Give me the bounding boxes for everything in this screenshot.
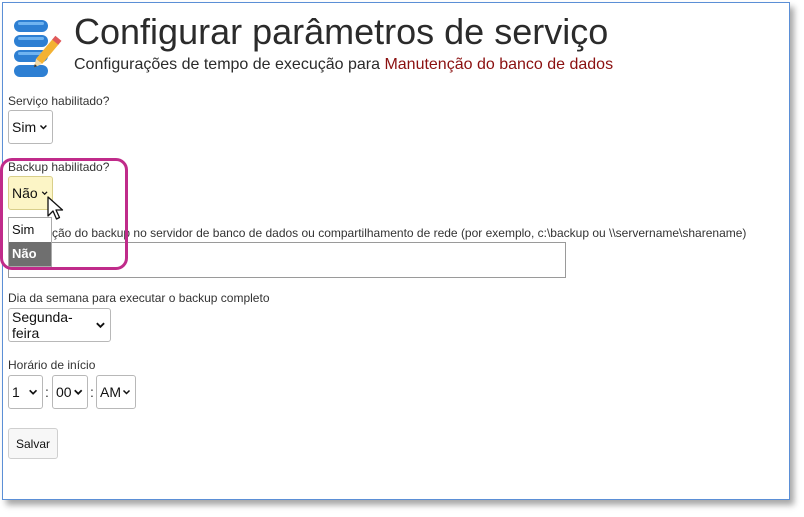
database-edit-icon bbox=[14, 20, 62, 77]
save-button[interactable]: Salvar bbox=[8, 428, 58, 459]
chevron-down-icon bbox=[28, 389, 37, 395]
service-enabled-select[interactable]: Sim bbox=[8, 110, 53, 144]
service-enabled-label: Serviço habilitado? bbox=[8, 94, 110, 108]
start-time-label: Horário de início bbox=[8, 358, 96, 372]
page-title: Configurar parâmetros de serviço bbox=[74, 11, 609, 52]
backup-enabled-dropdown: Sim Não bbox=[8, 217, 52, 267]
chevron-down-icon bbox=[122, 389, 131, 395]
service-name: Manutenção do banco de dados bbox=[384, 56, 614, 73]
full-backup-day-value: Segunda-feira bbox=[12, 309, 73, 341]
start-hour-value: 1 bbox=[12, 384, 20, 400]
chevron-down-icon bbox=[40, 124, 48, 130]
start-minute-select[interactable]: 00 bbox=[52, 375, 88, 409]
start-ampm-value: AM bbox=[100, 384, 121, 400]
full-backup-day-select[interactable]: Segunda-feira bbox=[8, 308, 111, 342]
backup-enabled-value: Não bbox=[12, 185, 38, 201]
backup-enabled-label: Backup habilitado? bbox=[8, 160, 110, 174]
subtitle-prefix: Configurações de tempo de execução para bbox=[74, 56, 380, 73]
service-enabled-value: Sim bbox=[12, 119, 37, 135]
backup-location-input[interactable] bbox=[8, 242, 566, 278]
mouse-cursor-icon bbox=[47, 196, 64, 220]
start-ampm-select[interactable]: AM bbox=[96, 375, 136, 409]
dropdown-option-nao[interactable]: Não bbox=[9, 242, 51, 266]
page-subtitle: Configurações de tempo de execução para … bbox=[74, 56, 613, 74]
chevron-down-icon bbox=[96, 322, 105, 329]
dropdown-option-sim[interactable]: Sim bbox=[9, 218, 51, 242]
time-separator: : bbox=[45, 384, 49, 400]
chevron-down-icon bbox=[73, 389, 82, 395]
backup-location-label: ção do backup no servidor de banco de da… bbox=[52, 226, 747, 240]
start-hour-select[interactable]: 1 bbox=[8, 375, 43, 409]
full-backup-day-label: Dia da semana para executar o backup com… bbox=[8, 291, 270, 305]
start-minute-value: 00 bbox=[56, 384, 72, 400]
time-separator: : bbox=[90, 384, 94, 400]
